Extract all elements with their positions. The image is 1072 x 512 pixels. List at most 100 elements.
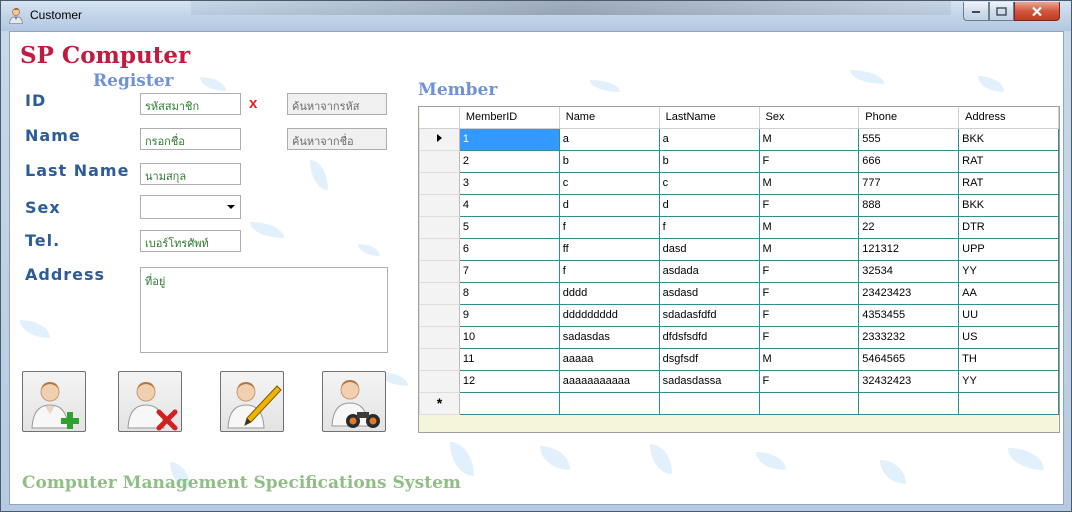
row-header[interactable] <box>419 215 460 239</box>
table-cell[interactable]: 23423423 <box>858 281 960 305</box>
sex-dropdown[interactable] <box>140 195 241 219</box>
row-header[interactable] <box>419 193 460 217</box>
table-cell[interactable]: d <box>658 193 760 217</box>
table-cell[interactable]: TH <box>958 347 1059 371</box>
table-row[interactable]: 7 f asdada F 32534 YY <box>419 259 1059 283</box>
table-cell[interactable]: 666 <box>858 149 960 173</box>
column-header-lastname[interactable]: LastName <box>658 107 760 129</box>
table-cell[interactable]: M <box>758 215 860 239</box>
table-cell[interactable]: b <box>558 149 660 173</box>
column-header-phone[interactable]: Phone <box>858 107 960 129</box>
new-row-cell[interactable] <box>858 391 960 415</box>
table-cell[interactable]: ddddddddd <box>558 303 660 327</box>
table-cell[interactable]: dfdsfsdfd <box>658 325 760 349</box>
row-header[interactable] <box>419 281 460 305</box>
clear-id-icon[interactable]: x <box>249 95 257 112</box>
table-cell[interactable]: F <box>758 193 860 217</box>
table-cell[interactable]: DTR <box>958 215 1059 239</box>
table-cell[interactable]: 777 <box>858 171 960 195</box>
table-cell[interactable]: BKK <box>958 193 1059 217</box>
table-cell[interactable]: f <box>658 215 760 239</box>
address-field[interactable]: ที่อยู่ <box>140 267 388 353</box>
table-row[interactable]: 2 b b F 666 RAT <box>419 149 1059 173</box>
table-cell[interactable]: UU <box>958 303 1059 327</box>
minimize-button[interactable] <box>963 2 989 21</box>
delete-member-button[interactable] <box>118 371 182 432</box>
row-header[interactable] <box>419 347 460 371</box>
table-cell[interactable]: 10 <box>458 325 560 349</box>
row-header[interactable] <box>419 325 460 349</box>
table-cell[interactable]: sdadasfdfd <box>658 303 760 327</box>
table-row[interactable]: 4 d d F 888 BKK <box>419 193 1059 217</box>
row-header[interactable] <box>419 369 460 393</box>
tel-field[interactable]: เบอร์โทรศัพท์ <box>140 230 241 252</box>
table-row[interactable]: 6 ff dasd M 121312 UPP <box>419 237 1059 261</box>
new-row-cell[interactable] <box>658 391 760 415</box>
table-cell[interactable]: 6 <box>458 237 560 261</box>
row-header[interactable] <box>419 149 460 173</box>
table-cell[interactable]: M <box>758 347 860 371</box>
add-member-button[interactable] <box>22 371 86 432</box>
table-cell[interactable]: ff <box>558 237 660 261</box>
table-cell[interactable]: AA <box>958 281 1059 305</box>
member-table[interactable]: MemberID Name LastName Sex Phone Address… <box>419 107 1059 415</box>
row-header[interactable] <box>419 259 460 283</box>
table-cell[interactable]: M <box>758 171 860 195</box>
table-cell[interactable]: 5464565 <box>858 347 960 371</box>
table-row[interactable]: 8 dddd asdasd F 23423423 AA <box>419 281 1059 305</box>
table-cell[interactable]: d <box>558 193 660 217</box>
table-row[interactable]: 12 aaaaaaaaaaa sadasdassa F 32432423 YY <box>419 369 1059 393</box>
table-cell[interactable]: f <box>558 215 660 239</box>
table-cell[interactable]: sadasdas <box>558 325 660 349</box>
new-row-cell[interactable] <box>958 391 1059 415</box>
member-grid[interactable]: MemberID Name LastName Sex Phone Address… <box>418 106 1060 433</box>
table-cell[interactable]: 2 <box>458 149 560 173</box>
new-row-cell[interactable] <box>458 391 560 415</box>
table-cell[interactable]: sadasdassa <box>658 369 760 393</box>
row-header[interactable] <box>419 127 460 151</box>
column-header-name[interactable]: Name <box>558 107 660 129</box>
last-name-field[interactable]: นามสกุล <box>140 163 241 185</box>
table-cell[interactable]: dasd <box>658 237 760 261</box>
row-header[interactable] <box>419 171 460 195</box>
title-bar[interactable]: Customer <box>1 1 1071 31</box>
table-cell[interactable]: asdada <box>658 259 760 283</box>
table-cell[interactable]: a <box>558 127 660 151</box>
row-header[interactable] <box>419 237 460 261</box>
table-cell[interactable]: aaaaa <box>558 347 660 371</box>
table-cell[interactable]: M <box>758 127 860 151</box>
table-cell[interactable]: F <box>758 149 860 173</box>
table-cell[interactable]: 555 <box>858 127 960 151</box>
search-by-id-field[interactable]: ค้นหาจากรหัส <box>287 93 387 115</box>
table-cell[interactable]: f <box>558 259 660 283</box>
table-cell[interactable]: a <box>658 127 760 151</box>
new-row-cell[interactable] <box>558 391 660 415</box>
table-cell[interactable]: UPP <box>958 237 1059 261</box>
table-cell[interactable]: RAT <box>958 171 1059 195</box>
table-row[interactable]: 11 aaaaa dsgfsdf M 5464565 TH <box>419 347 1059 371</box>
table-cell[interactable]: dsgfsdf <box>658 347 760 371</box>
table-cell[interactable]: YY <box>958 369 1059 393</box>
table-cell[interactable]: b <box>658 149 760 173</box>
new-row-cell[interactable] <box>758 391 860 415</box>
table-cell[interactable]: 9 <box>458 303 560 327</box>
table-row[interactable]: 10 sadasdas dfdsfsdfd F 2333232 US <box>419 325 1059 349</box>
table-cell[interactable]: aaaaaaaaaaa <box>558 369 660 393</box>
table-cell[interactable]: 5 <box>458 215 560 239</box>
table-cell[interactable]: M <box>758 237 860 261</box>
table-cell[interactable]: F <box>758 325 860 349</box>
table-cell[interactable]: 2333232 <box>858 325 960 349</box>
table-cell[interactable]: c <box>558 171 660 195</box>
table-cell[interactable]: 32432423 <box>858 369 960 393</box>
table-cell[interactable]: dddd <box>558 281 660 305</box>
table-cell[interactable]: F <box>758 303 860 327</box>
table-cell[interactable]: c <box>658 171 760 195</box>
table-cell[interactable]: 11 <box>458 347 560 371</box>
column-header-memberid[interactable]: MemberID <box>458 107 560 129</box>
table-row[interactable]: 5 f f M 22 DTR <box>419 215 1059 239</box>
table-cell[interactable]: 121312 <box>858 237 960 261</box>
new-row[interactable]: * <box>419 391 1059 415</box>
table-cell[interactable]: 4 <box>458 193 560 217</box>
search-member-button[interactable] <box>322 371 386 432</box>
maximize-button[interactable] <box>989 2 1014 21</box>
